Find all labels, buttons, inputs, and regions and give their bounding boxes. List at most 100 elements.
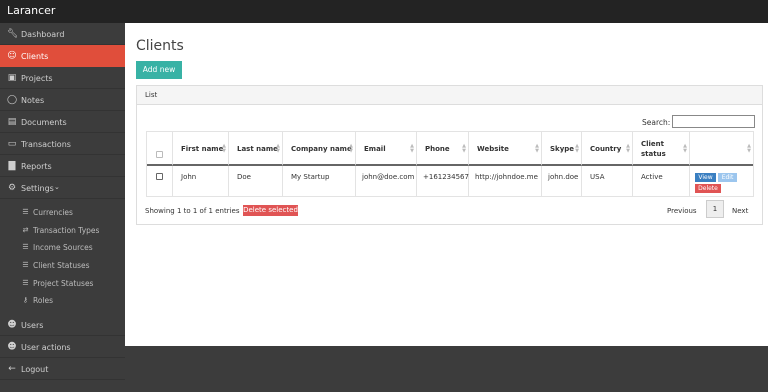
sidebar-subitem-label: Project Statuses [33, 279, 94, 288]
select-all-header [147, 132, 173, 166]
table-cell: +161234567 [417, 166, 469, 197]
sidebar-subitem-project-statuses[interactable]: ☰ Project Statuses [0, 274, 125, 292]
sort-icon: ▲ ▼ [276, 143, 280, 154]
pagination-next[interactable]: Next [732, 207, 748, 215]
sort-icon: ▲ ▼ [747, 143, 751, 154]
sort-icon: ▲ ▼ [575, 143, 579, 154]
sidebar-item-notes[interactable]: ◯ Notes [0, 89, 125, 111]
table-row [147, 166, 173, 197]
sidebar-item-label: Dashboard [21, 30, 65, 39]
sort-icon: ▲ ▼ [222, 143, 226, 154]
view-button[interactable]: View [695, 173, 716, 182]
sidebar-item-dashboard[interactable]: 🔧︎ Dashboard [0, 23, 125, 45]
column-header-first-name[interactable]: First name ▲ ▼ [173, 132, 229, 166]
sort-icon: ▲ ▼ [626, 143, 630, 154]
list-panel: List Search: First name ▲ ▼ Last name ▲ ▼ Co… [136, 85, 763, 225]
search-input[interactable] [672, 115, 755, 128]
sidebar-item-transactions[interactable]: ▭ Transactions [0, 133, 125, 155]
table-cell: USA [582, 166, 633, 197]
column-header-country[interactable]: Country ▲ ▼ [582, 132, 633, 166]
sidebar-subitem-label: Client Statuses [33, 261, 90, 270]
sidebar-subitem-currencies[interactable]: ☰ Currencies [0, 203, 125, 221]
users-icon: ☻ [7, 320, 17, 330]
sidebar-subitem-label: Transaction Types [33, 226, 100, 235]
table-cell: My Startup [283, 166, 356, 197]
list-icon: ☰ [22, 279, 29, 287]
sidebar-item-label: Reports [21, 162, 52, 171]
sidebar-item-clients[interactable]: ☺ Clients [0, 45, 125, 67]
sidebar-item-label: Notes [21, 96, 45, 105]
sidebar-subitem-income-sources[interactable]: ☰ Income Sources [0, 238, 125, 256]
page-title: Clients [136, 38, 184, 54]
table-cell: http://johndoe.me [469, 166, 542, 197]
chevron-down-icon: ⌄ [54, 183, 60, 191]
column-header-last-name[interactable]: Last name ▲ ▼ [229, 132, 283, 166]
column-header-skype[interactable]: Skype ▲ ▼ [542, 132, 582, 166]
pagination-page-1[interactable]: 1 [706, 200, 724, 218]
sidebar-subitem-client-statuses[interactable]: ☰ Client Statuses [0, 256, 125, 274]
sidebar-subitem-roles[interactable]: ⚷ Roles [0, 291, 125, 309]
sidebar-subitem-label: Currencies [33, 208, 73, 217]
database-icon: ☰ [22, 243, 29, 251]
panel-title: List [145, 91, 158, 99]
table-cell: John [173, 166, 229, 197]
users-plus-icon: ☺ [7, 51, 17, 61]
column-header-phone[interactable]: Phone ▲ ▼ [417, 132, 469, 166]
exchange-icon: ⇄ [22, 226, 29, 234]
file-icon: ▤ [7, 117, 17, 127]
sidebar-item-reports[interactable]: ▇ Reports [0, 155, 125, 177]
column-header-company-name[interactable]: Company name ▲ ▼ [283, 132, 356, 166]
key-icon: ⚷ [22, 296, 29, 304]
sidebar-item-settings[interactable]: ⚙ Settings ⌄ [0, 177, 125, 199]
sidebar-item-label: Users [21, 321, 44, 330]
briefcase-icon: ▣ [7, 73, 17, 83]
column-header-client-status[interactable]: Client status ▲ ▼ [633, 132, 690, 166]
delete-button[interactable]: Delete [695, 184, 721, 193]
top-bar: Larancer [0, 0, 768, 23]
row-actions: View Edit Delete [690, 166, 753, 197]
sidebar-item-label: Transactions [21, 140, 71, 149]
table-cell: john.doe [542, 166, 582, 197]
sort-icon: ▲ ▼ [462, 143, 466, 154]
sort-icon: ▲ ▼ [410, 143, 414, 154]
sidebar-subitem-label: Income Sources [33, 243, 93, 252]
delete-selected-button[interactable]: Delete selected [243, 205, 298, 216]
column-header-email[interactable]: Email ▲ ▼ [356, 132, 417, 166]
sort-icon: ▲ ▼ [535, 143, 539, 154]
column-header-website[interactable]: Website ▲ ▼ [469, 132, 542, 166]
clients-table: First name ▲ ▼ Last name ▲ ▼ Company name ▲ ▼ … [146, 131, 754, 197]
sidebar-subitem-transaction-types[interactable]: ⇄ Transaction Types [0, 221, 125, 239]
sidebar-item-users[interactable]: ☻ Users [0, 314, 125, 336]
search-label: Search: [642, 118, 671, 127]
pagination-previous[interactable]: Previous [667, 207, 697, 215]
select-all-checkbox[interactable] [156, 151, 163, 158]
sidebar-item-projects[interactable]: ▣ Projects [0, 67, 125, 89]
entries-info: Showing 1 to 1 of 1 entries [145, 207, 240, 215]
list-icon: ☰ [22, 261, 29, 269]
sidebar-item-logout[interactable]: ← Logout [0, 358, 125, 380]
users-icon: ☻ [7, 342, 17, 352]
table-cell: Active [633, 166, 690, 197]
sidebar-item-label: Logout [21, 365, 49, 374]
gears-icon: ⚙ [7, 183, 17, 193]
sidebar-item-documents[interactable]: ▤ Documents [0, 111, 125, 133]
app-title: Larancer [7, 4, 56, 17]
sidebar-item-user-actions[interactable]: ☻ User actions [0, 336, 125, 358]
table-cell: john@doe.com [356, 166, 417, 197]
column-header-actions: ▲ ▼ [690, 132, 753, 166]
list-icon: ☰ [22, 208, 29, 216]
table-cell: Doe [229, 166, 283, 197]
sort-icon: ▲ ▼ [683, 143, 687, 154]
edit-button[interactable]: Edit [718, 173, 737, 182]
row-checkbox[interactable] [156, 173, 163, 180]
wrench-icon: 🔧︎ [7, 29, 19, 39]
sidebar-item-label: Projects [21, 74, 53, 83]
sort-icon: ▲ ▼ [349, 143, 353, 154]
sidebar-item-label: Settings [21, 184, 54, 193]
comment-icon: ◯ [7, 95, 18, 105]
sidebar-item-label: Documents [21, 118, 67, 127]
add-new-button[interactable]: Add new [136, 61, 182, 79]
sidebar-subitem-label: Roles [33, 296, 54, 305]
credit-card-icon: ▭ [7, 139, 17, 149]
bar-chart-icon: ▇ [8, 161, 16, 171]
